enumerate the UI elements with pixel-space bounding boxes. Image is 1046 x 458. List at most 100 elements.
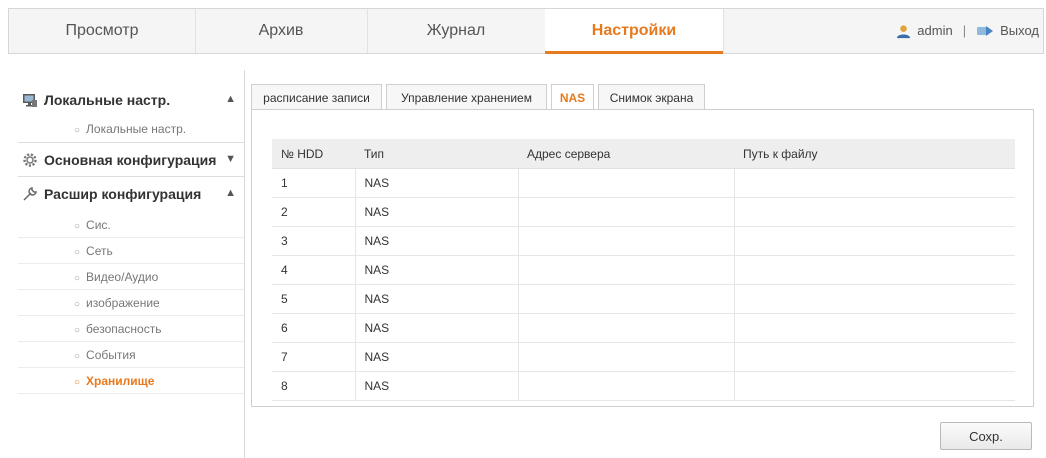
user-area: admin | Выход <box>896 9 1043 53</box>
bullet-icon: ○ <box>74 351 81 362</box>
table-row: 8 NAS <box>272 371 1015 401</box>
sidebar-item-storage[interactable]: ○ Хранилище <box>18 368 244 394</box>
nav-tab-settings[interactable]: Настройки <box>545 9 724 54</box>
cell-file-path[interactable] <box>734 255 1015 285</box>
column-header-server-address: Адрес сервера <box>518 139 734 169</box>
table-row: 6 NAS <box>272 313 1015 343</box>
cell-type: NAS <box>355 255 519 285</box>
table-header-row: № HDD Тип Адрес сервера Путь к файлу <box>272 139 1015 169</box>
cell-file-path[interactable] <box>734 168 1015 198</box>
sidebar-item-label: Локальные настр. <box>86 122 187 136</box>
cell-server-address[interactable] <box>518 313 735 343</box>
sidebar-item-label: Сеть <box>86 244 113 258</box>
subtab-record-schedule[interactable]: расписание записи <box>251 84 382 110</box>
cell-type: NAS <box>355 284 519 314</box>
sidebar-section-local[interactable]: Локальные настр. ▲ <box>18 84 244 116</box>
cell-server-address[interactable] <box>518 284 735 314</box>
bullet-icon: ○ <box>74 299 81 310</box>
sidebar-item-label: Видео/Аудио <box>86 270 159 284</box>
sidebar-section-basic[interactable]: Основная конфигурация ▼ <box>18 144 244 176</box>
sidebar-section-advanced[interactable]: Расшир конфигурация ▲ <box>18 178 244 210</box>
table-row: 2 NAS <box>272 197 1015 227</box>
sidebar-section-label: Расшир конфигурация <box>44 186 202 202</box>
top-navigation: Просмотр Архив Журнал Настройки admin | … <box>8 8 1044 54</box>
bullet-icon: ○ <box>74 325 81 336</box>
divider <box>18 176 244 177</box>
nas-content-panel: № HDD Тип Адрес сервера Путь к файлу 1 N… <box>251 109 1034 407</box>
logout-link[interactable]: Выход <box>1000 9 1039 53</box>
sidebar-item-label: Сис. <box>86 218 111 232</box>
cell-hdd: 2 <box>272 197 356 227</box>
gear-icon <box>22 152 38 168</box>
cell-file-path[interactable] <box>734 342 1015 372</box>
table-row: 1 NAS <box>272 168 1015 198</box>
cell-server-address[interactable] <box>518 342 735 372</box>
cell-hdd: 4 <box>272 255 356 285</box>
cell-file-path[interactable] <box>734 226 1015 256</box>
sidebar-item-system[interactable]: ○ Сис. <box>18 212 244 238</box>
column-header-type: Тип <box>355 139 518 169</box>
subtab-nas[interactable]: NAS <box>551 84 594 111</box>
user-divider: | <box>962 23 967 38</box>
sidebar-item-image[interactable]: ○ изображение <box>18 290 244 316</box>
logout-icon[interactable] <box>976 24 994 38</box>
column-header-file-path: Путь к файлу <box>734 139 1015 169</box>
chevron-up-icon[interactable]: ▲ <box>225 93 236 105</box>
bullet-icon: ○ <box>74 247 81 258</box>
bullet-icon: ○ <box>74 221 81 232</box>
cell-file-path[interactable] <box>734 371 1015 401</box>
cell-type: NAS <box>355 342 519 372</box>
cell-type: NAS <box>355 168 519 198</box>
cell-server-address[interactable] <box>518 371 735 401</box>
sidebar-section-label: Основная конфигурация <box>44 152 217 168</box>
column-header-hdd: № HDD <box>272 139 355 169</box>
divider <box>18 142 244 143</box>
cell-server-address[interactable] <box>518 197 735 227</box>
sidebar-item-events[interactable]: ○ События <box>18 342 244 368</box>
nav-tab-archive[interactable]: Архив <box>195 9 368 53</box>
nav-tab-log[interactable]: Журнал <box>367 9 546 53</box>
table-row: 7 NAS <box>272 342 1015 372</box>
sidebar-item-label: изображение <box>86 296 160 310</box>
table-row: 4 NAS <box>272 255 1015 285</box>
bullet-icon: ○ <box>74 377 81 388</box>
sidebar-item-label: События <box>86 348 136 362</box>
bullet-icon: ○ <box>74 125 81 136</box>
sidebar-item-video-audio[interactable]: ○ Видео/Аудио <box>18 264 244 290</box>
nav-tab-preview[interactable]: Просмотр <box>9 9 196 53</box>
cell-file-path[interactable] <box>734 197 1015 227</box>
cell-type: NAS <box>355 313 519 343</box>
cell-hdd: 1 <box>272 168 356 198</box>
cell-file-path[interactable] <box>734 313 1015 343</box>
cell-type: NAS <box>355 197 519 227</box>
save-button[interactable]: Сохр. <box>940 422 1032 450</box>
cell-hdd: 6 <box>272 313 356 343</box>
sidebar-section-label: Локальные настр. <box>44 92 171 108</box>
bullet-icon: ○ <box>74 273 81 284</box>
cell-hdd: 7 <box>272 342 356 372</box>
sidebar: Локальные настр. ▲ ○ Локальные настр. Осн… <box>18 70 245 458</box>
chevron-down-icon[interactable]: ▼ <box>225 153 236 165</box>
sidebar-item-label: безопасность <box>86 322 162 336</box>
cell-server-address[interactable] <box>518 226 735 256</box>
cell-file-path[interactable] <box>734 284 1015 314</box>
nas-table: № HDD Тип Адрес сервера Путь к файлу 1 N… <box>272 139 1015 401</box>
username[interactable]: admin <box>917 9 952 53</box>
sidebar-item-local-settings[interactable]: ○ Локальные настр. <box>18 116 244 142</box>
chevron-up-icon[interactable]: ▲ <box>225 187 236 199</box>
monitor-icon <box>22 92 38 108</box>
user-icon <box>896 24 911 39</box>
cell-server-address[interactable] <box>518 168 735 198</box>
sidebar-item-security[interactable]: ○ безопасность <box>18 316 244 342</box>
cell-hdd: 5 <box>272 284 356 314</box>
sidebar-item-label: Хранилище <box>86 374 155 388</box>
subtab-snapshot[interactable]: Снимок экрана <box>598 84 705 110</box>
cell-hdd: 3 <box>272 226 356 256</box>
subtab-storage-management[interactable]: Управление хранением <box>386 84 547 110</box>
sidebar-item-network[interactable]: ○ Сеть <box>18 238 244 264</box>
table-row: 3 NAS <box>272 226 1015 256</box>
table-row: 5 NAS <box>272 284 1015 314</box>
cell-type: NAS <box>355 226 519 256</box>
cell-server-address[interactable] <box>518 255 735 285</box>
cell-hdd: 8 <box>272 371 356 401</box>
